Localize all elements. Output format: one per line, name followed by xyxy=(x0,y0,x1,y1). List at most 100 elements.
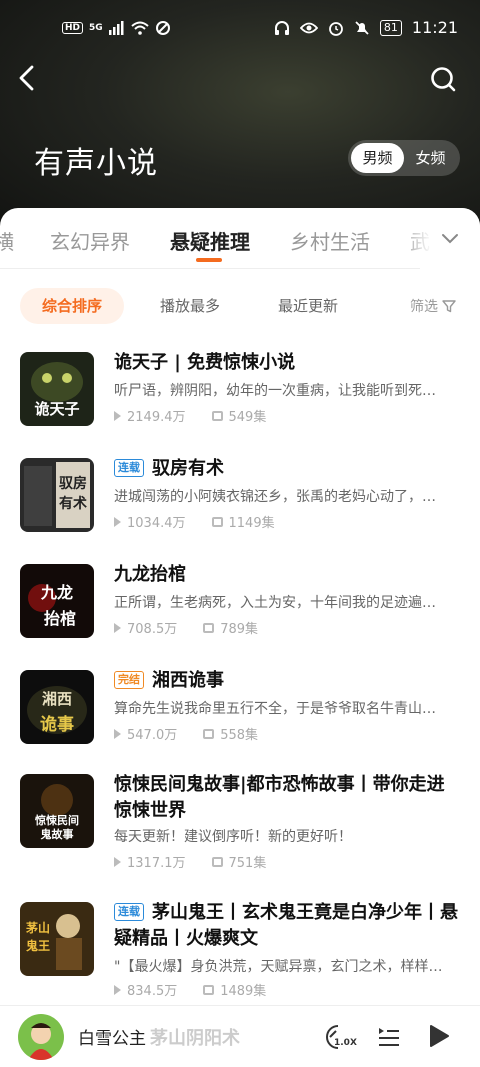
svg-text:鬼王: 鬼王 xyxy=(26,938,50,953)
episode-count: 558集 xyxy=(220,728,259,743)
alarm-icon xyxy=(328,21,343,36)
book-cover[interactable]: 惊悚民间 鬼故事 xyxy=(20,774,94,848)
book-cover[interactable]: 诡天子 xyxy=(20,352,94,426)
svg-text:九龙: 九龙 xyxy=(40,583,73,602)
svg-text:有术: 有术 xyxy=(59,495,87,512)
tab-category-partial-left[interactable]: 横 xyxy=(0,226,14,255)
mini-player[interactable] xyxy=(0,1005,480,1067)
svg-text:湘西: 湘西 xyxy=(42,690,72,708)
book-cover[interactable]: 驭房 有术 xyxy=(20,458,94,532)
back-icon[interactable] xyxy=(14,64,40,92)
battery-indicator: 81 xyxy=(379,19,402,36)
play-count: 547.0万 xyxy=(127,728,178,743)
hd-badge: HD xyxy=(62,22,84,34)
book-title-text: 诡天子 | 免费惊悚小说 xyxy=(114,352,296,373)
episode-count: 1489集 xyxy=(220,984,267,999)
book-meta: 708.5万 789集 xyxy=(114,618,258,637)
page-title: 有声小说 xyxy=(34,146,158,181)
filter-label: 筛选 xyxy=(410,299,438,315)
tab-xuanhuan[interactable]: 玄幻异界 xyxy=(50,226,130,255)
status-badge: 连载 xyxy=(114,459,144,477)
gender-toggle[interactable]: 男频 女频 xyxy=(348,140,460,176)
svg-text:惊悚民间: 惊悚民间 xyxy=(35,813,79,827)
headphones-icon xyxy=(274,20,289,35)
book-description: "【最火爆】身负洪荒，天赋异禀，玄门之术，样样… xyxy=(114,959,443,975)
book-title-text: 驭房有术 xyxy=(152,458,224,479)
list-item[interactable]: 惊悚民间 鬼故事 惊悚民间鬼故事|都市恐怖故事丨带你走进惊悚世界 每天更新！建议… xyxy=(0,764,480,888)
filter-button[interactable]: 筛选 xyxy=(410,296,456,316)
list-item[interactable]: 九龙 抬棺 九龙抬棺 正所谓，生老病死，入土为安，十年间我的足迹遍… 708.5… xyxy=(0,552,480,652)
play-count: 1317.1万 xyxy=(127,856,186,871)
clock: 11:21 xyxy=(411,18,458,37)
episode-count: 751集 xyxy=(228,856,267,871)
active-tab-indicator xyxy=(196,258,222,262)
episodes-icon xyxy=(203,622,215,633)
list-item[interactable]: 茅山 鬼王 连载 茅山鬼王丨玄术鬼王竟是白净少年丨悬疑精品丨火爆爽文 "【最火爆】… xyxy=(0,894,480,1004)
cover-art: 驭房 有术 xyxy=(20,458,94,532)
play-count-icon xyxy=(114,856,121,867)
cover-art: 九龙 抬棺 xyxy=(20,564,94,638)
speed-label: 1.0X xyxy=(334,1038,357,1048)
book-meta: 1317.1万 751集 xyxy=(114,852,266,871)
book-description: 进城闯荡的小阿姨衣锦还乡，张禹的老妈心动了，… xyxy=(114,489,436,505)
episodes-icon xyxy=(203,728,215,739)
playback-speed-button[interactable]: 1.0X xyxy=(318,1022,357,1052)
book-title[interactable]: 连载 驭房有术 xyxy=(114,456,460,482)
chevron-down-icon[interactable] xyxy=(440,228,460,248)
play-count: 834.5万 xyxy=(127,984,178,999)
book-meta: 834.5万 1489集 xyxy=(114,980,266,999)
sort-bar: 综合排序 播放最多 最近更新 筛选 xyxy=(0,288,480,324)
mute-icon xyxy=(355,20,369,35)
status-badge: 完结 xyxy=(114,671,144,689)
sort-most-played[interactable]: 播放最多 xyxy=(138,288,242,324)
player-title[interactable]: 白雪公主 xyxy=(78,1024,146,1049)
player-cover[interactable] xyxy=(18,1014,64,1060)
svg-text:鬼故事: 鬼故事 xyxy=(41,827,74,841)
network-label: 5G xyxy=(89,23,103,33)
sort-recent-update[interactable]: 最近更新 xyxy=(256,288,360,324)
category-tabs: 横 玄幻异界 悬疑推理 乡村生活 武 xyxy=(0,208,480,268)
book-description: 听尸语，辨阴阳，幼年的一次重病，让我能听到死… xyxy=(114,383,436,399)
tab-village[interactable]: 乡村生活 xyxy=(290,226,370,255)
episodes-icon xyxy=(211,410,223,421)
play-count: 708.5万 xyxy=(127,622,178,637)
list-item[interactable]: 湘西 诡事 完结 湘西诡事 算命先生说我命里五行不全，于是爷爷取名牛青山… 547… xyxy=(0,658,480,758)
book-title[interactable]: 完结 湘西诡事 xyxy=(114,668,460,694)
search-icon[interactable] xyxy=(428,64,458,94)
svg-text:茅山: 茅山 xyxy=(26,920,50,935)
book-cover[interactable]: 湘西 诡事 xyxy=(20,670,94,744)
list-item[interactable]: 驭房 有术 连载 驭房有术 进城闯荡的小阿姨衣锦还乡，张禹的老妈心动了，… 103… xyxy=(0,446,480,546)
player-cover-art xyxy=(18,1014,64,1060)
episodes-icon xyxy=(211,516,223,527)
cover-art: 湘西 诡事 xyxy=(20,670,94,744)
playlist-icon[interactable] xyxy=(377,1024,401,1048)
filter-icon xyxy=(442,300,456,313)
book-title[interactable]: 惊悚民间鬼故事|都市恐怖故事丨带你走进惊悚世界 xyxy=(114,772,460,824)
book-title[interactable]: 九龙抬棺 xyxy=(114,562,460,588)
book-description: 每天更新！建议倒序听！新的更好听！ xyxy=(114,829,352,845)
cover-art: 茅山 鬼王 xyxy=(20,902,94,976)
play-count-icon xyxy=(114,622,121,633)
book-title[interactable]: 连载 茅山鬼王丨玄术鬼王竟是白净少年丨悬疑精品丨火爆爽文 xyxy=(114,900,460,952)
book-title-text: 惊悚民间鬼故事|都市恐怖故事丨带你走进惊悚世界 xyxy=(114,774,445,821)
header: HD 5G 81 11:21 有声小说 男频 女频 xyxy=(0,0,480,230)
episode-count: 1149集 xyxy=(228,516,275,531)
next-item-peek: 茅山阴阳术 xyxy=(150,1028,240,1049)
sort-comprehensive[interactable]: 综合排序 xyxy=(20,288,124,324)
tab-male[interactable]: 男频 xyxy=(351,143,404,173)
status-badge: 连载 xyxy=(114,903,144,921)
book-cover[interactable]: 九龙 抬棺 xyxy=(20,564,94,638)
episodes-icon xyxy=(203,984,215,995)
book-meta: 2149.4万 549集 xyxy=(114,406,266,425)
tab-female[interactable]: 女频 xyxy=(404,143,457,173)
episode-count: 549集 xyxy=(228,410,267,425)
book-title[interactable]: 诡天子 | 免费惊悚小说 xyxy=(114,350,460,376)
play-count: 2149.4万 xyxy=(127,410,186,425)
book-cover[interactable]: 茅山 鬼王 xyxy=(20,902,94,976)
wifi-icon xyxy=(131,21,149,35)
list-item[interactable]: 诡天子 诡天子 | 免费惊悚小说 听尸语，辨阴阳，幼年的一次重病，让我能听到死…… xyxy=(0,340,480,440)
svg-text:驭房: 驭房 xyxy=(59,475,87,492)
play-icon[interactable] xyxy=(428,1024,450,1048)
tab-mystery[interactable]: 悬疑推理 xyxy=(170,226,250,255)
book-description: 正所谓，生老病死，入土为安，十年间我的足迹遍… xyxy=(114,595,436,611)
